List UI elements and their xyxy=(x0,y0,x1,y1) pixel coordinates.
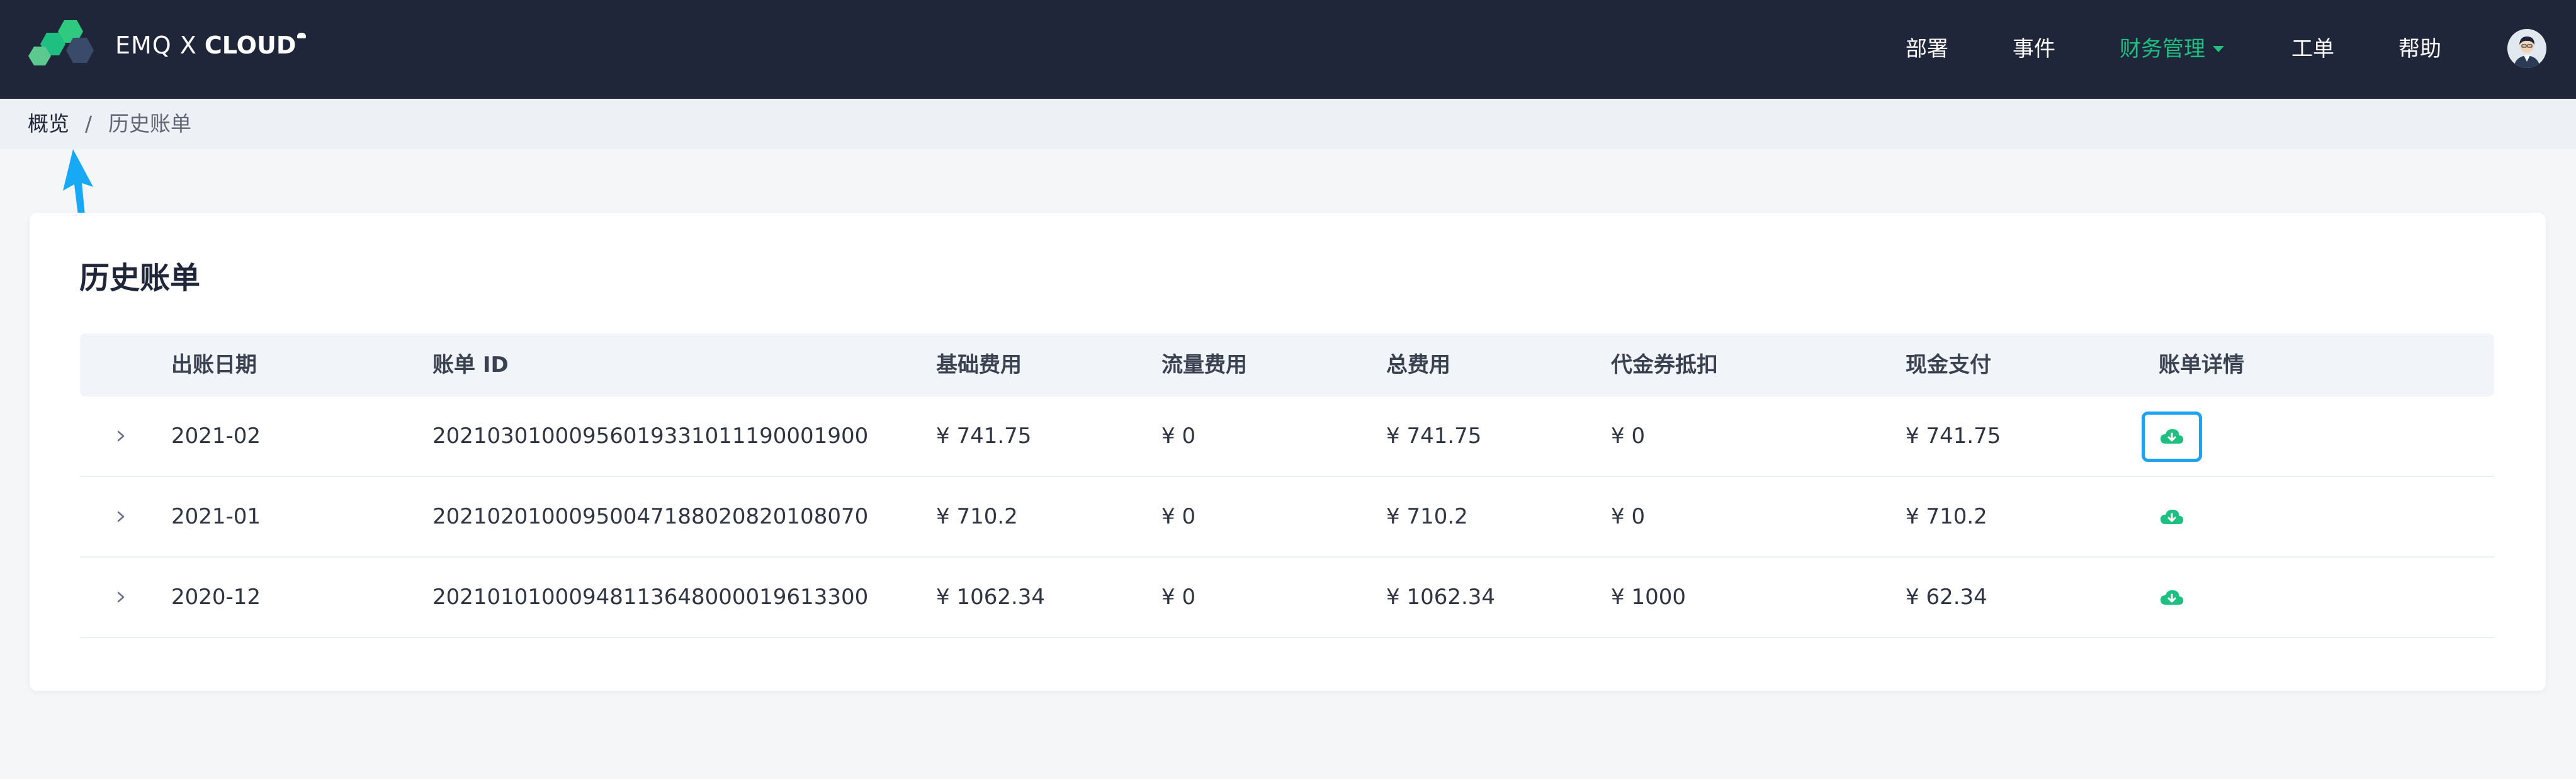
brand-light: EMQ X xyxy=(115,31,197,59)
breadcrumb-current: 历史账单 xyxy=(108,111,191,136)
table-header: 出账日期 账单 ID 基础费用 流量费用 总费用 代金券抵扣 现金支付 账单详情 xyxy=(80,333,2494,396)
cell-cash: ¥ 741.75 xyxy=(1906,423,2001,449)
cell-traffic-fee: ¥ 0 xyxy=(1161,585,1196,610)
column-header-traffic-fee[interactable]: 流量费用 xyxy=(1161,333,1247,396)
table-row[interactable]: 2021-02 20210301000956019331011190001900… xyxy=(80,396,2494,477)
nav-item-tickets[interactable]: 工单 xyxy=(2291,33,2334,65)
cell-traffic-fee: ¥ 0 xyxy=(1161,504,1196,529)
bill-history-card: 历史账单 出账日期 账单 ID 基础费用 流量费用 总费用 代金券抵扣 现金支付… xyxy=(30,213,2546,691)
cloud-download-icon xyxy=(2161,429,2183,444)
cell-total-fee: ¥ 1062.34 xyxy=(1386,585,1496,610)
cloud-download-icon xyxy=(2161,510,2183,524)
cell-cash: ¥ 710.2 xyxy=(1906,504,1987,529)
column-header-cash[interactable]: 现金支付 xyxy=(1906,333,1991,396)
table-row[interactable]: 2021-01 20210201000950047188020820108070… xyxy=(80,477,2494,558)
cell-traffic-fee: ¥ 0 xyxy=(1161,423,1196,449)
brand-name[interactable]: EMQ X CLOUD xyxy=(115,30,307,60)
cell-voucher: ¥ 0 xyxy=(1611,504,1646,529)
table-row[interactable]: 2020-12 20210101000948113648000019613300… xyxy=(80,558,2494,638)
nav-item-finance[interactable]: 财务管理 xyxy=(2120,33,2224,65)
column-header-base-fee[interactable]: 基础费用 xyxy=(936,333,1022,396)
cell-date: 2021-02 xyxy=(171,423,261,449)
download-bill-button[interactable] xyxy=(2142,573,2202,623)
chevron-right-icon[interactable] xyxy=(111,507,130,526)
cell-voucher: ¥ 0 xyxy=(1611,423,1646,449)
cell-bill-id: 20210101000948113648000019613300 xyxy=(432,585,869,610)
nav-item-finance-label: 财务管理 xyxy=(2120,36,2205,62)
chevron-right-icon[interactable] xyxy=(111,588,130,607)
column-header-detail[interactable]: 账单详情 xyxy=(2159,333,2244,396)
brand-bold: CLOUD xyxy=(204,31,297,59)
column-header-total-fee[interactable]: 总费用 xyxy=(1386,333,1450,396)
cell-bill-id: 20210201000950047188020820108070 xyxy=(432,504,869,529)
user-avatar-icon[interactable] xyxy=(2507,29,2546,68)
cell-date: 2021-01 xyxy=(171,504,261,529)
download-bill-button[interactable] xyxy=(2142,492,2202,542)
page-title: 历史账单 xyxy=(79,261,201,296)
column-header-voucher[interactable]: 代金券抵扣 xyxy=(1611,333,1718,396)
nav-item-events[interactable]: 事件 xyxy=(2013,33,2055,65)
cell-base-fee: ¥ 710.2 xyxy=(936,504,1018,529)
hexagon-cluster-logo[interactable] xyxy=(28,16,110,73)
cell-date: 2020-12 xyxy=(171,585,261,610)
column-header-date[interactable]: 出账日期 xyxy=(171,333,257,396)
cell-total-fee: ¥ 710.2 xyxy=(1386,504,1468,529)
cell-total-fee: ¥ 741.75 xyxy=(1386,423,1482,449)
download-bill-button[interactable] xyxy=(2142,412,2202,462)
chevron-right-icon[interactable] xyxy=(111,427,130,446)
breadcrumb: 概览 / 历史账单 xyxy=(0,99,2576,149)
breadcrumb-separator: / xyxy=(85,111,93,136)
bill-table: 出账日期 账单 ID 基础费用 流量费用 总费用 代金券抵扣 现金支付 账单详情… xyxy=(80,333,2494,638)
cell-cash: ¥ 62.34 xyxy=(1906,585,1987,610)
cloud-download-icon xyxy=(2161,590,2183,605)
cloud-mark-icon xyxy=(297,33,307,38)
column-header-id[interactable]: 账单 ID xyxy=(432,333,509,396)
nav-item-deploy[interactable]: 部署 xyxy=(1906,33,1948,65)
cell-voucher: ¥ 1000 xyxy=(1611,585,1686,610)
caret-down-icon xyxy=(2213,45,2224,52)
cell-bill-id: 20210301000956019331011190001900 xyxy=(432,423,869,449)
cell-base-fee: ¥ 1062.34 xyxy=(936,585,1046,610)
nav-item-help[interactable]: 帮助 xyxy=(2398,33,2441,65)
top-navbar: EMQ X CLOUD 部署 事件 财务管理 工单 帮助 xyxy=(0,0,2576,99)
breadcrumb-home-link[interactable]: 概览 xyxy=(28,111,69,137)
cell-base-fee: ¥ 741.75 xyxy=(936,423,1032,449)
